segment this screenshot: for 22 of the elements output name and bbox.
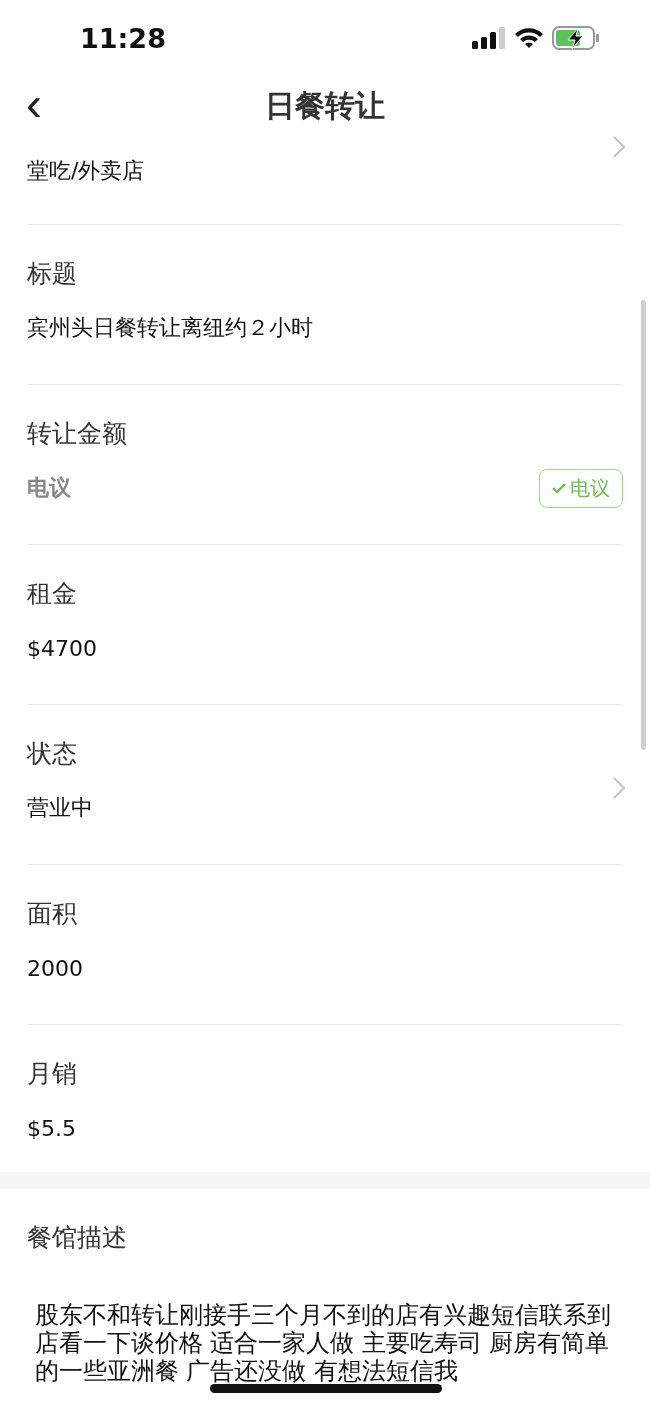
field-label: 转让金额 (27, 419, 128, 449)
field-value: 营业中 (27, 794, 93, 822)
field-value: $4700 (27, 635, 97, 661)
field-label: 租金 (27, 579, 78, 609)
wifi-icon (514, 27, 544, 49)
field-label: 状态 (27, 739, 78, 769)
battery-icon (552, 26, 600, 50)
field-value: 2000 (27, 955, 83, 981)
signal-icon (472, 27, 506, 49)
field-label: 月销 (27, 1059, 78, 1089)
check-icon (552, 482, 566, 494)
field-value: 宾州头日餐转让离纽约２小时 (27, 314, 313, 342)
field-label: 面积 (27, 899, 78, 929)
field-value: 电议 (27, 474, 71, 502)
field-value: $5.5 (27, 1115, 76, 1141)
field-label: 标题 (27, 259, 78, 289)
field-value: 堂吃/外卖店 (27, 157, 145, 185)
section-title: 餐馆描述 (27, 1223, 127, 1252)
page-title: 日餐转让 (265, 86, 385, 125)
back-button[interactable]: ‹ (20, 80, 48, 128)
status-time: 11:28 (80, 22, 166, 54)
description-text: 股东不和转让刚接手三个月不到的店有兴趣短信联系到店看一下谈价格 适合一家人做 主要吃寿司 厨房有简单的一些亚洲餐 广告还没做 有想法短信我 (35, 1301, 612, 1385)
